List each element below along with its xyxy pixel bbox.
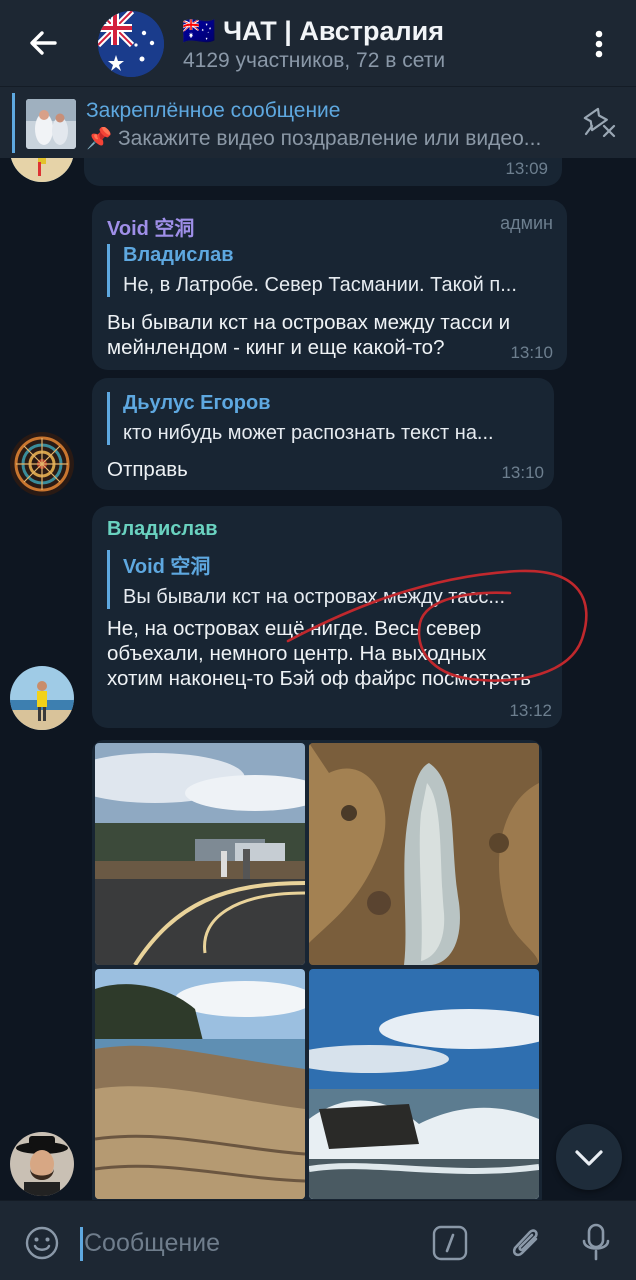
pinned-message-bar[interactable]: Закреплённое сообщение 📌 Закажите видео …: [0, 86, 636, 158]
avatar[interactable]: [10, 158, 74, 182]
photo-rock-pool[interactable]: [309, 743, 539, 965]
message-text: Отправь: [107, 458, 188, 481]
message-bubble[interactable]: Void 空洞 админ Владислав Не, в Латробе. С…: [92, 200, 567, 370]
admin-badge: админ: [500, 213, 553, 233]
annotation-circle: [286, 569, 588, 682]
reply-quote[interactable]: Владислав Не, в Латробе. Север Тасмании.…: [107, 244, 552, 297]
reply-text: Не, в Латробе. Север Тасмании. Такой п..…: [123, 274, 517, 296]
pinned-title: Закреплённое сообщение: [86, 99, 341, 122]
composer: [0, 1200, 636, 1280]
pinned-thumbnail: [26, 99, 76, 149]
message-time: 13:10: [510, 343, 553, 362]
photo-parking[interactable]: [95, 743, 305, 965]
scroll-down-button[interactable]: [556, 1124, 622, 1190]
flag-emoji: 🇦🇺: [182, 16, 216, 46]
reply-author: Владислав: [123, 244, 234, 266]
attach-icon[interactable]: [506, 1221, 546, 1265]
mic-icon[interactable]: [578, 1219, 614, 1267]
message-list[interactable]: 13:09 Void 空洞 админ Владислав Не, в Латр…: [0, 158, 636, 1200]
reply-author: Дьулус Егоров: [123, 392, 271, 414]
message-time: 13:09: [505, 159, 548, 178]
message-time: 13:12: [509, 701, 552, 720]
message-bubble[interactable]: Дьулус Егоров кто нибудь может распознат…: [92, 378, 554, 490]
group-avatar[interactable]: [98, 11, 164, 77]
message-text: Вы бывали кст на островах между тасси и …: [107, 311, 511, 359]
unpin-icon[interactable]: [574, 106, 618, 142]
reply-text: кто нибудь может распознать текст на...: [123, 422, 494, 444]
avatar[interactable]: [10, 666, 74, 730]
more-vert-icon[interactable]: [584, 24, 614, 64]
avatar[interactable]: [10, 1132, 74, 1196]
photo-waves[interactable]: [309, 969, 539, 1199]
photo-album[interactable]: [92, 740, 542, 1200]
sender-name[interactable]: Владислав: [107, 518, 218, 541]
message-bubble[interactable]: 13:09: [84, 158, 562, 186]
message-time: 13:10: [501, 463, 544, 482]
chat-header: 🇦🇺 ЧАТ | Австралия 4129 участников, 72 в…: [0, 0, 636, 86]
reply-quote[interactable]: Дьулус Егоров кто нибудь может распознат…: [107, 392, 542, 445]
emoji-icon[interactable]: [22, 1223, 62, 1263]
avatar[interactable]: [10, 432, 74, 496]
bot-command-icon[interactable]: [430, 1223, 470, 1263]
pinned-indicator: [12, 93, 15, 153]
text-caret: [80, 1227, 83, 1261]
chat-title-text: ЧАТ | Австралия: [223, 16, 444, 46]
pinned-text: 📌 Закажите видео поздравление или видео.…: [86, 127, 542, 150]
back-arrow-icon[interactable]: [22, 22, 64, 64]
message-input[interactable]: [84, 1223, 414, 1263]
sender-name[interactable]: Void 空洞: [107, 212, 194, 241]
photo-coast-rocks[interactable]: [95, 969, 305, 1199]
chevron-down-icon: [575, 1150, 603, 1166]
chat-title: 🇦🇺 ЧАТ | Австралия: [182, 15, 444, 47]
chat-subtitle: 4129 участников, 72 в сети: [183, 49, 446, 72]
